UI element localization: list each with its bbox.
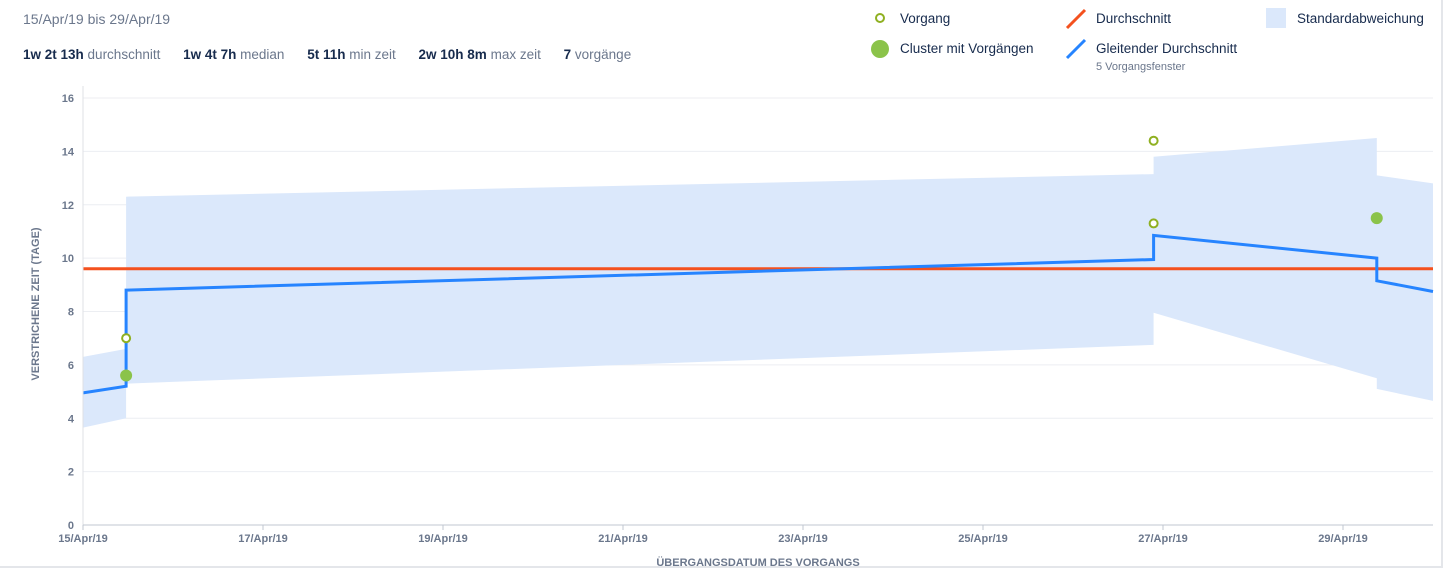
- x-tick-label: 21/Apr/19: [598, 533, 648, 545]
- legend-issue-icon[interactable]: [875, 13, 885, 23]
- legend-stddev-icon[interactable]: [1266, 8, 1286, 28]
- x-tick-label: 25/Apr/19: [958, 533, 1008, 545]
- y-tick-label: 16: [62, 93, 74, 105]
- legend-issue-label: Vorgang: [900, 11, 951, 26]
- control-chart: ÜBERGANGSDATUM DES VORGANGS VERSTRICHENE…: [30, 8, 1434, 569]
- y-tick-label: 2: [68, 467, 74, 479]
- x-tick-label: 17/Apr/19: [238, 533, 288, 545]
- legend-cluster-label: Cluster mit Vorgängen: [900, 41, 1034, 56]
- x-tick-label: 23/Apr/19: [778, 533, 828, 545]
- y-axis-title: VERSTRICHENE ZEIT (TAGE): [30, 227, 42, 381]
- legend-rolling-label: Gleitender Durchschnitt: [1096, 41, 1238, 56]
- y-tick-label: 4: [68, 413, 75, 425]
- legend-average-label: Durchschnitt: [1096, 11, 1172, 26]
- issue-point: [121, 333, 132, 344]
- issue-point: [1148, 135, 1159, 146]
- legend-rolling-sublabel: 5 Vorgangsfenster: [1096, 61, 1186, 73]
- legend-average-icon[interactable]: [1065, 8, 1087, 30]
- x-tick-label: 19/Apr/19: [418, 533, 468, 545]
- cluster-point: [1370, 212, 1383, 225]
- y-tick-label: 12: [62, 200, 74, 212]
- legend-cluster-icon[interactable]: [871, 40, 889, 58]
- legend-stddev-label: Standardabweichung: [1297, 11, 1424, 26]
- issue-point: [1148, 218, 1159, 229]
- x-tick-label: 29/Apr/19: [1318, 533, 1368, 545]
- x-tick-label: 27/Apr/19: [1138, 533, 1188, 545]
- stddev-area: [83, 138, 1433, 428]
- y-tick-label: 8: [68, 307, 74, 319]
- legend-rolling-icon[interactable]: [1065, 38, 1087, 60]
- y-tick-label: 6: [68, 360, 74, 372]
- y-tick-label: 0: [68, 520, 74, 532]
- x-axis-title: ÜBERGANGSDATUM DES VORGANGS: [656, 556, 859, 569]
- x-tick-label: 15/Apr/19: [58, 533, 108, 545]
- y-tick-label: 14: [62, 146, 75, 158]
- cluster-point: [120, 369, 133, 382]
- y-tick-label: 10: [62, 253, 74, 265]
- stddev-band: [83, 138, 1433, 428]
